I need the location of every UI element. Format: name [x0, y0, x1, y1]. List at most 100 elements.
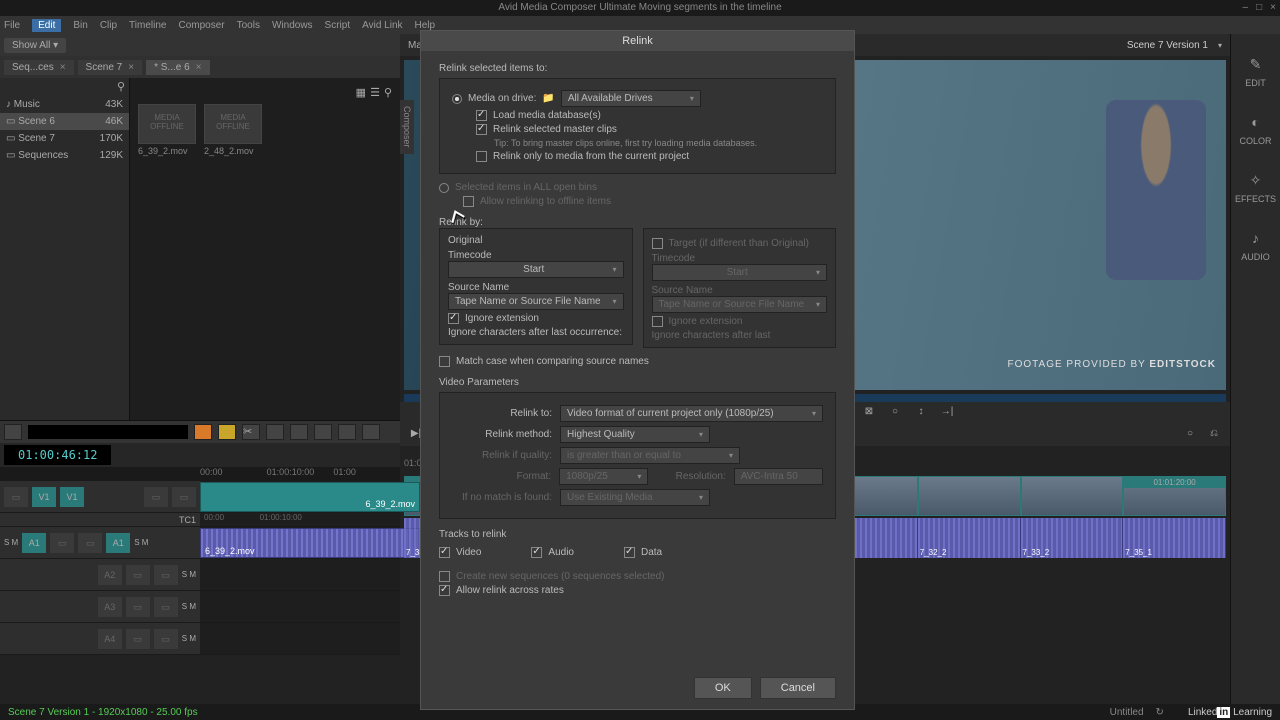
- menu-timeline[interactable]: Timeline: [129, 20, 166, 31]
- media-on-drive-radio[interactable]: [452, 94, 462, 104]
- sequence-info: Scene 7 Version 1 - 1920x1080 - 25.00 fp…: [8, 707, 198, 718]
- track-patch[interactable]: ▭: [154, 597, 178, 617]
- track-selector-v1[interactable]: V1: [32, 487, 56, 507]
- timeline-ruler[interactable]: 00:00 01:00:10:00 01:00: [0, 467, 400, 481]
- tool-button[interactable]: [338, 424, 356, 440]
- menu-avidlink[interactable]: Avid Link: [362, 20, 402, 31]
- record-button[interactable]: ○: [1182, 428, 1198, 442]
- menu-composer[interactable]: Composer: [178, 20, 224, 31]
- audio-workspace-button[interactable]: ♪AUDIO: [1241, 228, 1270, 262]
- data-track-checkbox[interactable]: [624, 547, 635, 558]
- color-workspace-button[interactable]: ◐COLOR: [1239, 112, 1271, 146]
- tool-button[interactable]: [290, 424, 308, 440]
- video-clip[interactable]: 6_39_2.mov: [200, 482, 420, 512]
- track-patch-a1[interactable]: A1: [106, 533, 130, 553]
- track-monitor[interactable]: ▭: [172, 487, 196, 507]
- track-selector-a1[interactable]: A1: [22, 533, 46, 553]
- menu-edit[interactable]: Edit: [32, 19, 61, 32]
- audio-clip[interactable]: 6_39_2.mov: [200, 528, 420, 558]
- video-track-checkbox[interactable]: [439, 547, 450, 558]
- match-case-checkbox[interactable]: [439, 356, 450, 367]
- tab-close-icon[interactable]: ×: [128, 62, 134, 73]
- folder-icon[interactable]: 📁: [542, 93, 554, 104]
- track-patch[interactable]: ▭: [154, 629, 178, 649]
- tool-button[interactable]: ↕: [913, 406, 929, 420]
- track-patch[interactable]: ▭: [154, 565, 178, 585]
- tool-button[interactable]: [314, 424, 332, 440]
- sequence-name[interactable]: Scene 7 Version 1: [1127, 40, 1208, 51]
- search-icon[interactable]: ⚲: [384, 86, 392, 104]
- clip-thumb[interactable]: MEDIA OFFLINE: [138, 104, 196, 144]
- menu-file[interactable]: File: [4, 20, 20, 31]
- list-view-icon[interactable]: ☰: [370, 86, 380, 104]
- workspace-tools: ✎EDIT ◐COLOR ✧EFFECTS ♪AUDIO: [1230, 34, 1280, 720]
- ok-button[interactable]: OK: [694, 677, 752, 699]
- drives-select[interactable]: All Available Drives▾: [561, 90, 701, 107]
- bin-item-sequences[interactable]: ▭ Sequences129K: [0, 147, 129, 164]
- clear-marks-button[interactable]: ⊠: [861, 406, 877, 420]
- effects-workspace-button[interactable]: ✧EFFECTS: [1235, 170, 1276, 204]
- search-icon[interactable]: ⚲: [117, 80, 125, 94]
- bins-header: Show All ▾: [0, 34, 400, 56]
- track-selector-a2[interactable]: A2: [98, 565, 122, 585]
- tab-scene7[interactable]: Scene 7×: [78, 60, 143, 75]
- track-selector-a3[interactable]: A3: [98, 597, 122, 617]
- tab-sequences[interactable]: Seq...ces×: [4, 60, 74, 75]
- source-name-select[interactable]: Tape Name or Source File Name▾: [448, 293, 624, 310]
- bin-item-scene7[interactable]: ▭ Scene 7170K: [0, 130, 129, 147]
- refresh-icon[interactable]: ↻: [1156, 707, 1164, 718]
- track-patch[interactable]: ▭: [126, 597, 150, 617]
- track-selector[interactable]: ▭: [4, 487, 28, 507]
- tab-close-icon[interactable]: ×: [60, 62, 66, 73]
- tool-button[interactable]: [4, 424, 22, 440]
- thumbnail-view-icon[interactable]: ▦: [356, 86, 366, 104]
- target-checkbox[interactable]: [652, 238, 663, 249]
- relink-master-checkbox[interactable]: [476, 124, 487, 135]
- tool-button[interactable]: [266, 424, 284, 440]
- allow-rates-checkbox[interactable]: [439, 585, 450, 596]
- tool-button[interactable]: ⎌: [1206, 428, 1222, 442]
- timecode-select[interactable]: Start▾: [448, 261, 624, 278]
- tab-scene6[interactable]: * S...e 6×: [146, 60, 209, 75]
- close-icon[interactable]: ×: [1270, 0, 1276, 16]
- track-selector-a4[interactable]: A4: [98, 629, 122, 649]
- track-patch[interactable]: ▭: [50, 533, 74, 553]
- load-media-checkbox[interactable]: [476, 110, 487, 121]
- menu-help[interactable]: Help: [415, 20, 436, 31]
- clip-thumb[interactable]: MEDIA OFFLINE: [204, 104, 262, 144]
- menu-clip[interactable]: Clip: [100, 20, 117, 31]
- cut-button[interactable]: ✂: [242, 424, 260, 440]
- cancel-button[interactable]: Cancel: [760, 677, 836, 699]
- maximize-icon[interactable]: □: [1256, 0, 1262, 16]
- tc-input[interactable]: [28, 425, 188, 439]
- ignore-ext-checkbox[interactable]: [448, 313, 459, 324]
- track-monitor[interactable]: ▭: [144, 487, 168, 507]
- audio-track-checkbox[interactable]: [531, 547, 542, 558]
- tool-button[interactable]: →|: [939, 406, 955, 420]
- menu-script[interactable]: Script: [325, 20, 351, 31]
- relink-quality-select: is greater than or equal to▾: [560, 447, 740, 464]
- segment-mode-button[interactable]: [194, 424, 212, 440]
- menu-windows[interactable]: Windows: [272, 20, 313, 31]
- tracks-to-relink-label: Tracks to relink: [439, 529, 836, 540]
- menu-tools[interactable]: Tools: [237, 20, 260, 31]
- track-patch[interactable]: ▭: [126, 629, 150, 649]
- menu-bin[interactable]: Bin: [73, 20, 87, 31]
- track-patch-v1[interactable]: V1: [60, 487, 84, 507]
- toggle-button[interactable]: ○: [887, 406, 903, 420]
- edit-workspace-button[interactable]: ✎EDIT: [1245, 54, 1266, 88]
- minimize-icon[interactable]: –: [1243, 0, 1249, 16]
- relink-only-checkbox[interactable]: [476, 151, 487, 162]
- bin-item-music[interactable]: ♪ Music43K: [0, 96, 129, 113]
- track-patch[interactable]: ▭: [78, 533, 102, 553]
- overwrite-mode-button[interactable]: [218, 424, 236, 440]
- target-timecode-select: Start▾: [652, 264, 828, 281]
- relink-to-select[interactable]: Video format of current project only (10…: [560, 405, 823, 422]
- track-patch[interactable]: ▭: [126, 565, 150, 585]
- composer-panel-label[interactable]: Composer: [400, 100, 414, 154]
- relink-method-select[interactable]: Highest Quality▾: [560, 426, 710, 443]
- tool-button[interactable]: [362, 424, 380, 440]
- bin-item-scene6[interactable]: ▭ Scene 646K: [0, 113, 129, 130]
- tab-close-icon[interactable]: ×: [196, 62, 202, 73]
- show-all-dropdown[interactable]: Show All ▾: [4, 38, 66, 53]
